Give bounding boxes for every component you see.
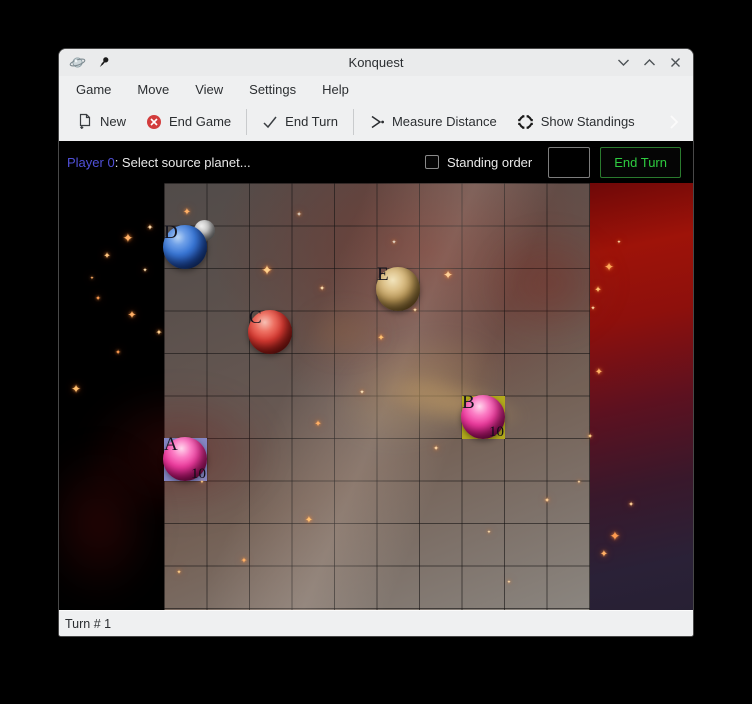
planet-label: C — [249, 307, 262, 329]
menu-bar: Game Move View Settings Help — [59, 76, 693, 102]
player-name: Player 0 — [67, 155, 115, 170]
star-sparkle-icon: ✦ — [95, 296, 101, 303]
measure-distance-button[interactable]: Measure Distance — [359, 107, 507, 137]
close-icon — [670, 57, 681, 68]
star-sparkle-icon: ✦ — [115, 350, 121, 357]
toolbar-button-label: Measure Distance — [392, 114, 497, 129]
konquest-window: Konquest Game Move View Settings Help — [58, 48, 694, 637]
menu-help[interactable]: Help — [309, 78, 362, 101]
chevron-right-icon — [669, 114, 679, 130]
galaxy-map[interactable]: DECB10A10 ✦✦✦✦✦✦✦✦✦✦✦✦✦✦✦✦✦✦✦✦✦✦✦✦✦✦✦✦✦✦… — [59, 183, 693, 610]
nebula-red-band — [589, 183, 693, 610]
command-row: Player 0: Select source planet... Standi… — [59, 141, 693, 183]
star-sparkle-icon: ✦ — [103, 253, 111, 262]
menu-settings[interactable]: Settings — [236, 78, 309, 101]
planet-label: B — [462, 392, 475, 414]
minimize-button[interactable] — [615, 55, 631, 71]
star-sparkle-icon: ✦ — [90, 277, 94, 282]
end-turn-button[interactable]: End Turn — [600, 147, 681, 178]
star-sparkle-icon: ✦ — [71, 383, 81, 395]
show-standings-button[interactable]: Show Standings — [507, 107, 645, 137]
ships-count: 10 — [191, 466, 206, 483]
planet-label: D — [164, 222, 178, 244]
standing-order-label: Standing order — [447, 155, 532, 170]
star-sparkle-icon: ✦ — [142, 268, 147, 274]
menu-view[interactable]: View — [182, 78, 236, 101]
planet-A[interactable]: A10 — [164, 438, 207, 481]
nebula-wisp — [59, 443, 159, 603]
menu-move[interactable]: Move — [124, 78, 182, 101]
planet-C[interactable]: C — [249, 311, 292, 354]
new-document-icon — [77, 113, 93, 130]
end-turn-toolbar-button[interactable]: End Turn — [252, 107, 348, 136]
menu-game[interactable]: Game — [63, 78, 124, 101]
checkmark-icon — [262, 115, 278, 129]
chevron-down-icon — [617, 58, 630, 67]
star-sparkle-icon: ✦ — [127, 310, 136, 321]
measure-distance-icon — [369, 114, 385, 130]
galaxy-grid[interactable]: DECB10A10 — [164, 183, 590, 610]
ships-count: 10 — [489, 424, 504, 441]
star-sparkle-icon: ✦ — [156, 329, 163, 337]
toolbar-separator — [353, 109, 354, 135]
maximize-button[interactable] — [641, 55, 657, 71]
star-sparkle-icon: ✦ — [123, 233, 134, 246]
standing-order-checkbox[interactable] — [425, 155, 439, 169]
planet-label: A — [164, 434, 178, 456]
planet-D[interactable]: D — [164, 226, 207, 269]
window-title: Konquest — [59, 55, 693, 70]
turn-prompt: Player 0: Select source planet... — [67, 155, 251, 170]
star-sparkle-icon: ✦ — [147, 224, 154, 232]
new-game-button[interactable]: New — [67, 106, 136, 137]
toolbar-overflow-button[interactable] — [669, 114, 685, 130]
close-button[interactable] — [667, 55, 683, 71]
toolbar-button-label: New — [100, 114, 126, 129]
prompt-message: : Select source planet... — [115, 155, 251, 170]
end-game-icon — [146, 114, 162, 130]
planet-B[interactable]: B10 — [462, 396, 505, 439]
toolbar-separator — [246, 109, 247, 135]
fleet-count-input[interactable] — [548, 147, 590, 178]
end-game-button[interactable]: End Game — [136, 107, 241, 137]
toolbar-button-label: Show Standings — [541, 114, 635, 129]
status-bar: Turn # 1 — [59, 610, 693, 636]
turn-counter: Turn # 1 — [65, 617, 111, 631]
toolbar-button-label: End Game — [169, 114, 231, 129]
toolbar: New End Game End Turn — [59, 102, 693, 141]
toolbar-button-label: End Turn — [285, 114, 338, 129]
chevron-up-icon — [643, 58, 656, 67]
planet-label: E — [377, 264, 389, 286]
standings-icon — [517, 114, 534, 130]
title-bar[interactable]: Konquest — [59, 49, 693, 76]
planet-E[interactable]: E — [377, 268, 420, 311]
